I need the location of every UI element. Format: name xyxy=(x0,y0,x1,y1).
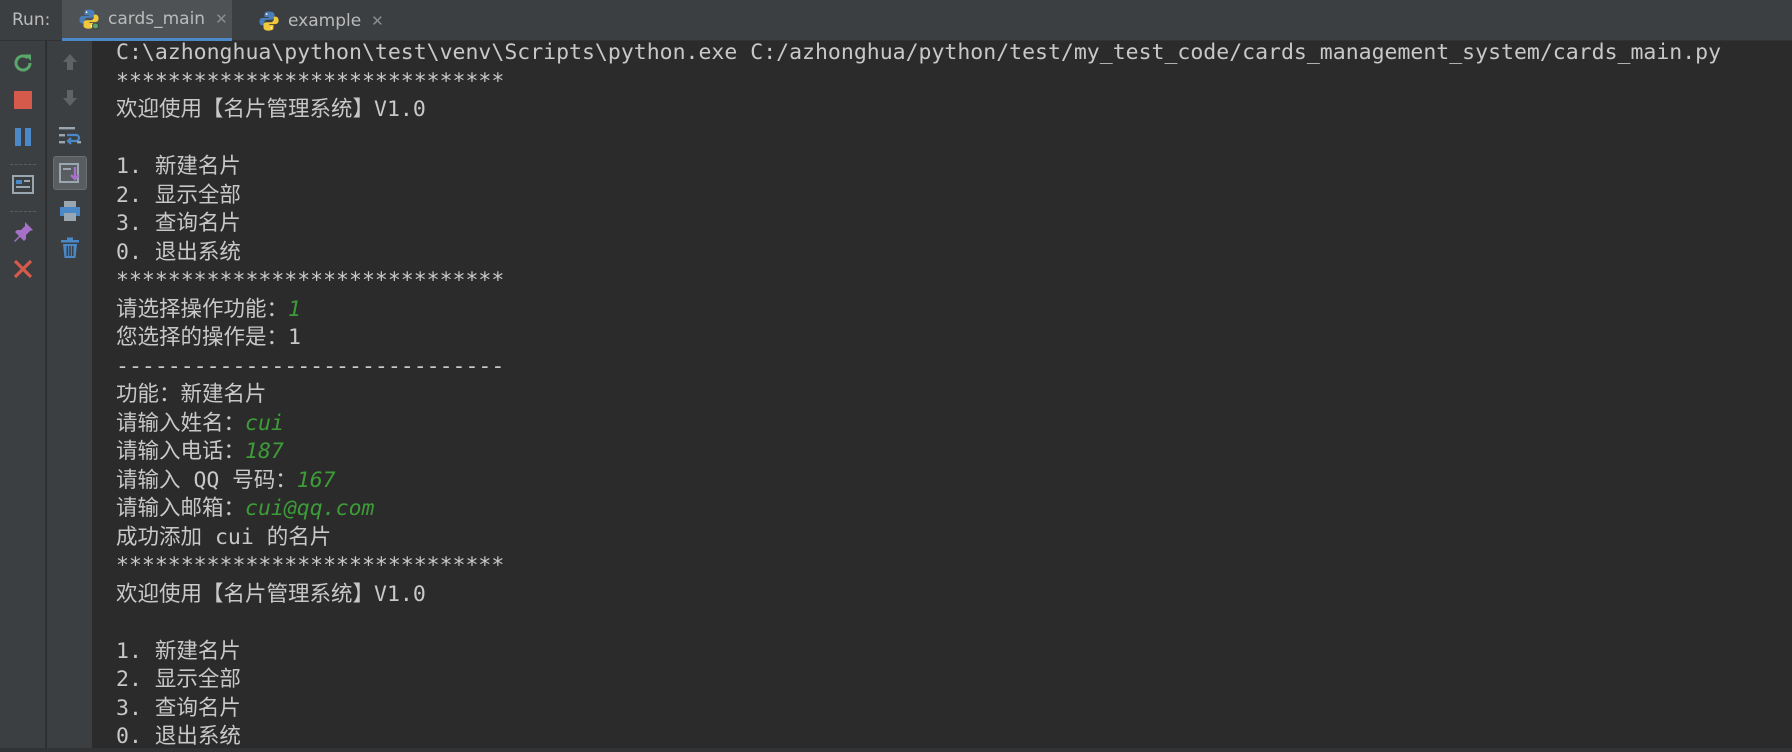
clear-all-button[interactable] xyxy=(53,231,87,265)
console-success-line: 成功添加 cui 的名片 xyxy=(116,524,332,550)
down-button[interactable] xyxy=(53,81,87,115)
console-menu-item: 2. 显示全部 xyxy=(116,667,241,692)
run-tab-bar: Run: cards_main ✕ example ✕ xyxy=(0,0,1792,41)
close-icon xyxy=(13,259,33,279)
console-welcome-line: 欢迎使用【名片管理系统】V1.0 xyxy=(116,97,426,122)
console-menu-item: 1. 新建名片 xyxy=(116,154,241,179)
up-button[interactable] xyxy=(53,45,87,79)
console-output[interactable]: C:\azhonghua\python\test\venv\Scripts\py… xyxy=(116,39,1786,752)
stop-icon xyxy=(14,91,32,109)
toolbar-separator xyxy=(10,164,36,165)
console-function-line: 功能：新建名片 xyxy=(116,382,267,407)
console-choose-line: 请选择操作功能：1 xyxy=(116,296,1786,325)
console-choice-echo: 您选择的操作是：1 xyxy=(116,325,301,350)
print-icon xyxy=(60,201,80,221)
console-qq-line: 请输入 QQ 号码：167 xyxy=(116,467,1786,496)
qq-prompt: 请输入 QQ 号码： xyxy=(116,467,297,493)
run-actions-toolbar xyxy=(0,41,46,752)
horizontal-scrollbar[interactable] xyxy=(0,748,1792,752)
pin-tab-button[interactable] xyxy=(6,215,40,249)
up-arrow-icon xyxy=(63,54,77,70)
dump-threads-icon xyxy=(12,175,34,194)
name-prompt: 请输入姓名： xyxy=(116,410,246,436)
console-menu-item: 3. 查询名片 xyxy=(116,695,241,721)
print-button[interactable] xyxy=(53,194,87,228)
user-input-name: cui xyxy=(245,410,284,436)
run-label: Run: xyxy=(12,10,51,30)
soft-wrap-button[interactable] xyxy=(53,119,87,153)
console-menu-item: 2. 显示全部 xyxy=(116,182,241,208)
console-command-line: C:\azhonghua\python\test\venv\Scripts\py… xyxy=(116,40,1722,65)
pause-button[interactable] xyxy=(6,120,40,154)
console-separator-stars: ****************************** xyxy=(116,553,505,578)
run-tool-window: Run: cards_main ✕ example ✕ C:\azhonghua… xyxy=(0,0,1792,752)
tab-example[interactable]: example ✕ xyxy=(246,0,396,41)
dump-threads-button[interactable] xyxy=(6,168,40,202)
console-phone-line: 请输入电话：187 xyxy=(116,438,1786,467)
console-menu-item: 1. 新建名片 xyxy=(116,638,241,664)
user-input-qq: 167 xyxy=(296,467,336,493)
python-icon xyxy=(259,11,279,31)
user-input-phone: 187 xyxy=(245,439,284,464)
phone-prompt: 请输入电话： xyxy=(116,439,246,464)
close-icon[interactable]: ✕ xyxy=(215,10,228,28)
console-welcome-line: 欢迎使用【名片管理系统】V1.0 xyxy=(116,581,426,607)
console-separator-stars: ****************************** xyxy=(116,68,505,94)
console-name-line: 请输入姓名：cui xyxy=(116,410,1786,439)
down-arrow-icon xyxy=(63,90,77,106)
tab-cards-main[interactable]: cards_main ✕ xyxy=(62,0,232,41)
console-menu-item: 0. 退出系统 xyxy=(116,239,241,265)
tab-label: example xyxy=(288,10,362,31)
toolbar-separator xyxy=(10,211,36,212)
close-run-button[interactable] xyxy=(6,252,40,286)
clear-all-icon xyxy=(61,237,79,258)
scroll-to-end-icon xyxy=(59,163,80,183)
choose-prompt: 请选择操作功能： xyxy=(116,296,289,322)
rerun-icon xyxy=(14,54,32,72)
close-icon[interactable]: ✕ xyxy=(371,12,384,30)
console-actions-toolbar xyxy=(47,41,93,752)
email-prompt: 请输入邮箱： xyxy=(116,496,246,521)
scroll-to-end-button[interactable] xyxy=(53,156,87,190)
user-input-choice: 1 xyxy=(288,296,301,322)
rerun-button[interactable] xyxy=(6,46,40,80)
pause-icon xyxy=(15,128,31,146)
console-separator-stars: ****************************** xyxy=(116,268,505,293)
tab-label: cards_main xyxy=(108,9,206,29)
pin-tab-icon xyxy=(14,222,33,242)
soft-wrap-icon xyxy=(59,127,81,145)
console-separator-dashes: ------------------------------ xyxy=(116,353,505,379)
stop-button[interactable] xyxy=(6,83,40,117)
python-icon xyxy=(79,9,99,30)
console-menu-item: 3. 查询名片 xyxy=(116,211,241,236)
console-email-line: 请输入邮箱：cui@qq.com xyxy=(116,495,1786,524)
user-input-email: cui@qq.com xyxy=(245,496,375,521)
